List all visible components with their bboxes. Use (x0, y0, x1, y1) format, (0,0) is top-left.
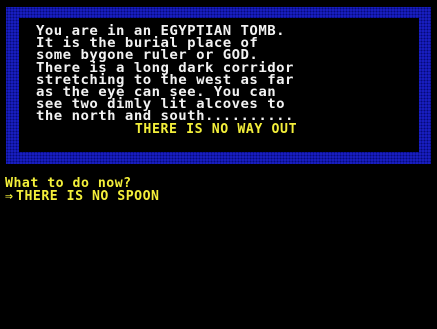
description-line: the north and south.......... (36, 109, 294, 125)
game-screen: You are in an EGYPTIAN TOMB. It is the b… (0, 0, 437, 329)
command-input-text: THERE IS NO SPOON (16, 188, 160, 204)
arrow-right-icon: ⇒ (5, 188, 14, 204)
command-console[interactable]: What to do now? ⇒ THERE IS NO SPOON (5, 177, 430, 204)
exits-message: THERE IS NO WAY OUT (134, 121, 298, 137)
room-description-box: You are in an EGYPTIAN TOMB. It is the b… (19, 18, 419, 152)
command-input[interactable]: ⇒ THERE IS NO SPOON (5, 188, 430, 204)
